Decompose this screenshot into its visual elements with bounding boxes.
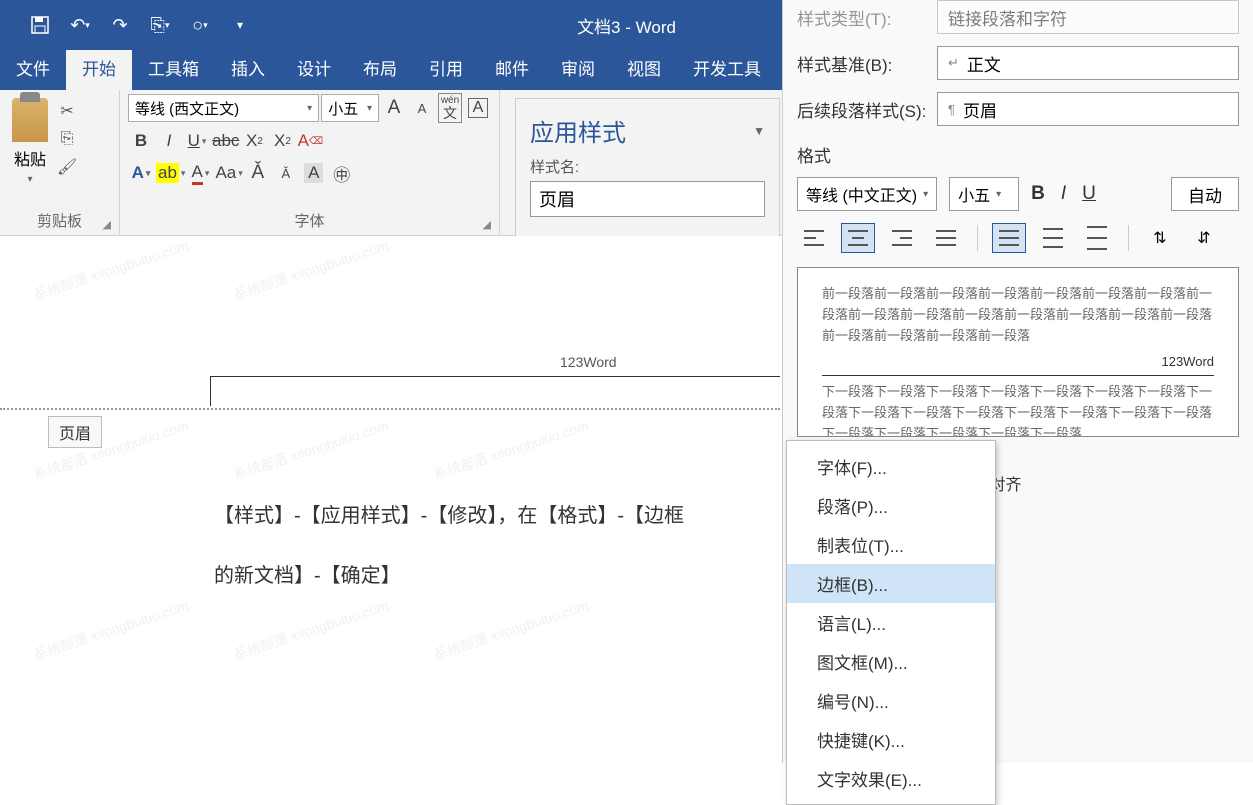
dlg-bold-button[interactable]: B bbox=[1031, 183, 1045, 205]
char-shading-icon[interactable]: A bbox=[301, 160, 327, 186]
format-section-label: 格式 bbox=[783, 132, 1253, 173]
shrink-font2-icon[interactable]: Ǎ bbox=[273, 160, 299, 186]
tab-layout[interactable]: 布局 bbox=[347, 45, 413, 90]
font-launcher[interactable]: ◢ bbox=[483, 218, 491, 231]
menu-numbering[interactable]: 编号(N)... bbox=[787, 681, 995, 720]
next-style-select[interactable]: ¶页眉 bbox=[937, 92, 1239, 126]
menu-language[interactable]: 语言(L)... bbox=[787, 603, 995, 642]
align-right-button[interactable] bbox=[885, 223, 919, 253]
tab-developer[interactable]: 开发工具 bbox=[677, 45, 777, 90]
style-type-select[interactable]: 链接段落和字符 bbox=[937, 0, 1239, 34]
cut-icon[interactable]: ✂ bbox=[56, 100, 78, 122]
clipboard-group-label: 剪贴板◢ bbox=[8, 210, 111, 233]
tab-references[interactable]: 引用 bbox=[413, 45, 479, 90]
underline-button[interactable]: U bbox=[184, 128, 210, 154]
tab-file[interactable]: 文件 bbox=[0, 45, 66, 90]
undo-icon[interactable]: ↶▾ bbox=[60, 5, 100, 45]
menu-frame[interactable]: 图文框(M)... bbox=[787, 642, 995, 681]
indent-before-icon[interactable]: ⇅ bbox=[1143, 223, 1177, 253]
highlight-icon[interactable]: ab bbox=[156, 160, 185, 186]
menu-shortcut[interactable]: 快捷键(K)... bbox=[787, 720, 995, 759]
enclose-char-icon[interactable]: ㊥ bbox=[329, 160, 355, 186]
char-border-icon[interactable]: A bbox=[465, 95, 491, 121]
clipboard-icon bbox=[12, 98, 48, 142]
doc-line1: 【样式】-【应用样式】-【修改】，在【格式】-【边框 bbox=[214, 488, 684, 544]
auto-color-button[interactable]: 自动 bbox=[1171, 177, 1239, 211]
dlg-font-size-select[interactable]: 小五▾ bbox=[949, 177, 1019, 211]
font-name-select[interactable]: 等线 (西文正文)▾ bbox=[128, 94, 319, 122]
menu-tabs[interactable]: 制表位(T)... bbox=[787, 525, 995, 564]
style-name-label: 样式名: bbox=[530, 156, 765, 177]
grow-font2-icon[interactable]: Ǎ bbox=[245, 160, 271, 186]
paste-button[interactable]: 粘贴 ▾ bbox=[8, 94, 52, 189]
bold-button[interactable]: B bbox=[128, 128, 154, 154]
subscript-button[interactable]: X2 bbox=[241, 128, 267, 154]
save-icon[interactable] bbox=[20, 5, 60, 45]
dlg-underline-button[interactable]: U bbox=[1082, 183, 1096, 205]
align-left-button[interactable] bbox=[797, 223, 831, 253]
spacing-15-button[interactable] bbox=[1036, 223, 1070, 253]
page-edge bbox=[210, 376, 780, 377]
superscript-button[interactable]: X2 bbox=[269, 128, 295, 154]
strike-button[interactable]: abc bbox=[212, 128, 239, 154]
style-preview: 前一段落前一段落前一段落前一段落前一段落前一段落前一段落前一段落前一段落前一段落… bbox=[797, 267, 1239, 437]
header-text: 123Word bbox=[560, 354, 617, 370]
copy-icon[interactable]: ⎘ bbox=[56, 128, 78, 150]
tab-home[interactable]: 开始 bbox=[66, 45, 132, 90]
font-group-label: 字体◢ bbox=[128, 210, 491, 233]
tab-insert[interactable]: 插入 bbox=[215, 45, 281, 90]
tab-review[interactable]: 审阅 bbox=[545, 45, 611, 90]
header-label: 页眉 bbox=[48, 416, 102, 448]
italic-button[interactable]: I bbox=[156, 128, 182, 154]
tab-mail[interactable]: 邮件 bbox=[479, 45, 545, 90]
redo-icon[interactable]: ↷ bbox=[100, 5, 140, 45]
pane-dropdown-icon[interactable]: ▼ bbox=[753, 124, 765, 138]
touch-icon[interactable]: ○▾ bbox=[180, 5, 220, 45]
format-menu: 字体(F)... 段落(P)... 制表位(T)... 边框(B)... 语言(… bbox=[786, 440, 996, 805]
style-base-select[interactable]: ↵正文 bbox=[937, 46, 1239, 80]
menu-font[interactable]: 字体(F)... bbox=[787, 447, 995, 486]
style-type-label: 样式类型(T): bbox=[797, 5, 927, 30]
shrink-font-icon[interactable]: A bbox=[409, 95, 435, 121]
align-center-button[interactable] bbox=[841, 223, 875, 253]
document-title: 文档3 - Word bbox=[577, 13, 676, 38]
menu-border[interactable]: 边框(B)... bbox=[787, 564, 995, 603]
style-base-label: 样式基准(B): bbox=[797, 51, 927, 76]
spacing-1-button[interactable] bbox=[992, 223, 1026, 253]
dlg-italic-button[interactable]: I bbox=[1061, 183, 1066, 205]
font-size-select[interactable]: 小五▾ bbox=[321, 94, 379, 122]
qat-more-icon[interactable]: ▾ bbox=[220, 5, 260, 45]
tab-design[interactable]: 设计 bbox=[281, 45, 347, 90]
header-boundary bbox=[0, 408, 780, 410]
tab-toolbox[interactable]: 工具箱 bbox=[132, 45, 215, 90]
qat-icon[interactable]: ⎘▾ bbox=[140, 5, 180, 45]
dlg-font-name-select[interactable]: 等线 (中文正文)▾ bbox=[797, 177, 937, 211]
clear-format-icon[interactable]: A⌫ bbox=[297, 128, 323, 154]
menu-paragraph[interactable]: 段落(P)... bbox=[787, 486, 995, 525]
next-style-label: 后续段落样式(S): bbox=[797, 97, 927, 122]
style-name-input[interactable] bbox=[530, 181, 765, 217]
apply-styles-title: 应用样式 bbox=[530, 113, 626, 148]
paste-label: 粘贴 bbox=[14, 146, 46, 170]
phonetic-guide-icon[interactable]: wén文 bbox=[437, 95, 463, 121]
page-edge-v bbox=[210, 376, 211, 406]
indent-after-icon[interactable]: ⇵ bbox=[1187, 223, 1221, 253]
spacing-2-button[interactable] bbox=[1080, 223, 1114, 253]
align-justify-button[interactable] bbox=[929, 223, 963, 253]
grow-font-icon[interactable]: A bbox=[381, 95, 407, 121]
menu-text-effect[interactable]: 文字效果(E)... bbox=[787, 759, 995, 798]
tab-view[interactable]: 视图 bbox=[611, 45, 677, 90]
clipboard-launcher[interactable]: ◢ bbox=[103, 218, 111, 231]
format-painter-icon[interactable]: 🖌 bbox=[56, 156, 78, 178]
doc-line2: 的新文档】-【确定】 bbox=[214, 548, 401, 604]
change-case-icon[interactable]: Aa bbox=[215, 160, 242, 186]
text-effects-icon[interactable]: A bbox=[128, 160, 154, 186]
font-color-icon[interactable]: A bbox=[187, 160, 213, 186]
